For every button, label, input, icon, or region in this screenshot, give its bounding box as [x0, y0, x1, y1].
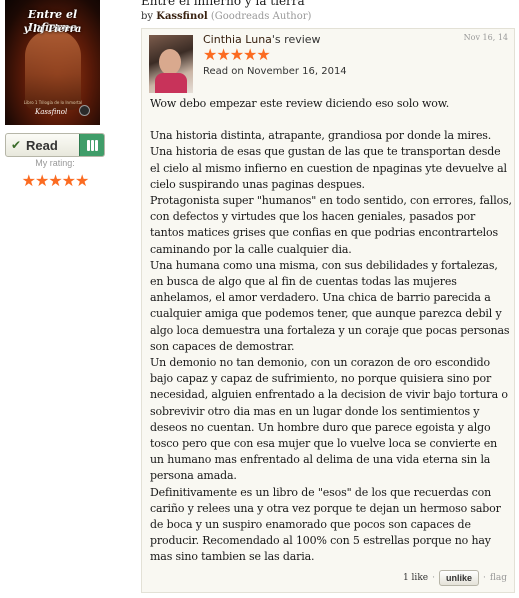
author-role: (Goodreads Author) [210, 11, 312, 22]
reviewer-avatar[interactable] [149, 35, 193, 93]
review-paragraph: Definitivamente es un libro de "esos" de… [150, 485, 501, 564]
my-rating-label: My rating: [35, 158, 75, 168]
check-icon: ✔ [10, 138, 22, 152]
reviewer-suffix: 's review [271, 33, 321, 46]
separator: · [482, 573, 486, 583]
bookshelf-icon [86, 139, 98, 151]
review-card: Cinthia Luna's review Nov 16, 14 ★★★★★ R… [141, 28, 515, 593]
shelf-status-label[interactable]: Read [26, 138, 79, 153]
book-cover[interactable]: Entre el Infierno y la Tierra Libro 1 Tr… [5, 0, 100, 125]
book-title-link[interactable]: Entre el infierno y la tierra [141, 0, 305, 8]
cover-seal-icon [79, 105, 90, 116]
by-prefix: by [141, 11, 154, 22]
review-footer: 1 like · unlike · flag [403, 570, 507, 586]
unlike-button[interactable]: unlike [438, 570, 479, 586]
avatar-shirt [155, 73, 187, 93]
flag-link[interactable]: flag [490, 573, 507, 583]
bookshelf-button[interactable] [79, 134, 104, 156]
my-rating-stars[interactable]: ★★★★★ [5, 171, 105, 190]
review-paragraph: Una humana como una misma, con sus debil… [150, 258, 510, 353]
review-paragraph: Una historia de esas que gustan de las q… [150, 145, 507, 191]
like-count-link[interactable]: 1 like [403, 573, 428, 583]
cover-title-line2: y la Tierra [23, 24, 82, 35]
review-rating-stars: ★★★★★ [203, 45, 271, 64]
review-paragraph: Un demonio no tan demonio, con un corazo… [150, 356, 508, 483]
cover-author: Kassfinol [35, 108, 68, 116]
avatar-face [159, 49, 181, 75]
review-paragraph: Protagonista super "humanos" en todo sen… [150, 194, 512, 256]
separator: · [432, 573, 435, 583]
author-link[interactable]: Kassfinol [156, 11, 207, 22]
cover-figure [25, 30, 81, 110]
author-line: by Kassfinol (Goodreads Author) [141, 11, 311, 22]
shelf-status-button[interactable]: ✔ Read [5, 133, 105, 157]
review-date-link[interactable]: Nov 16, 14 [464, 33, 508, 42]
read-date: Read on November 16, 2014 [203, 66, 347, 77]
review-text: Wow debo empezar este review diciendo es… [150, 96, 512, 566]
review-paragraph: Una historia distinta, atrapante, grandi… [150, 129, 492, 143]
review-paragraph: Wow debo empezar este review diciendo es… [150, 97, 450, 110]
